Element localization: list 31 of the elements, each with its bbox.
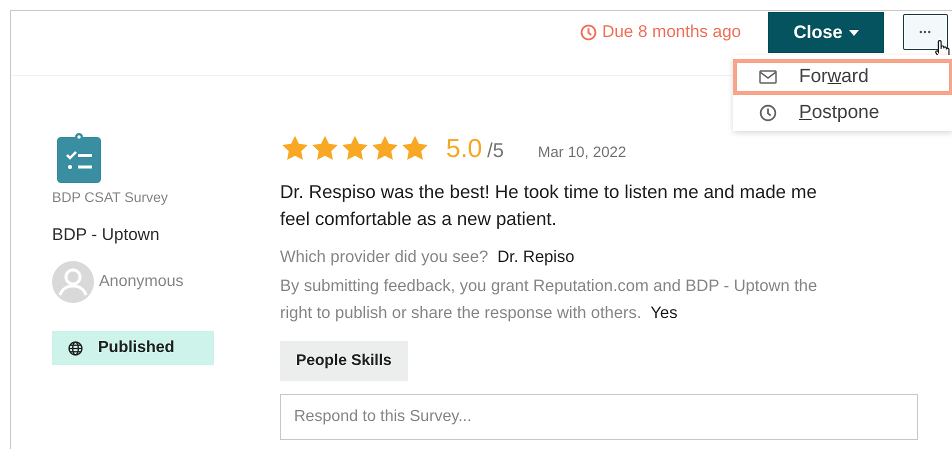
envelope-icon	[759, 70, 777, 84]
due-date-label: Due 8 months ago	[580, 22, 741, 42]
rating-score: 5.0	[446, 133, 482, 164]
location-name: BDP - Uptown	[52, 225, 160, 245]
topic-tag: People Skills	[280, 341, 408, 381]
rating-scale: /5	[487, 140, 504, 163]
star-icon	[310, 134, 340, 163]
caret-icon	[848, 30, 859, 36]
response-field[interactable]: Respond to this Survey...	[280, 394, 918, 440]
survey-name: BDP CSAT Survey	[52, 189, 168, 205]
menu-item-label: Forward	[799, 66, 869, 88]
menu-item-label: Postpone	[799, 102, 880, 124]
survey-answer: By submitting feedback, you grant Reputation.com and BDP - Uptown the right to publish or share the response with others. Yes	[280, 276, 818, 324]
globe-icon	[68, 340, 83, 356]
avatar-icon	[52, 261, 94, 303]
review-text: Dr. Respiso was the best! He took time to listen me and made me feel comfortable as a new patient.	[280, 180, 818, 231]
survey-answer: Which provider did you see? Dr. Repiso	[280, 247, 576, 268]
menu-item[interactable]: Postpone	[733, 95, 952, 131]
star-icon	[400, 134, 430, 163]
star-icon	[340, 134, 370, 163]
clock-icon	[759, 104, 777, 122]
author-name: Anonymous	[99, 273, 184, 291]
review-date: Mar 10, 2022	[538, 144, 626, 161]
star-icon	[280, 134, 310, 163]
status-label: Published	[98, 339, 174, 357]
star-icon	[370, 134, 400, 163]
clock-icon	[580, 24, 598, 40]
close-button[interactable]: Close	[768, 12, 884, 53]
menu-item[interactable]: Forward	[733, 59, 952, 95]
more-button[interactable]: •••	[903, 14, 948, 50]
clipboard-checklist-icon	[57, 133, 101, 183]
